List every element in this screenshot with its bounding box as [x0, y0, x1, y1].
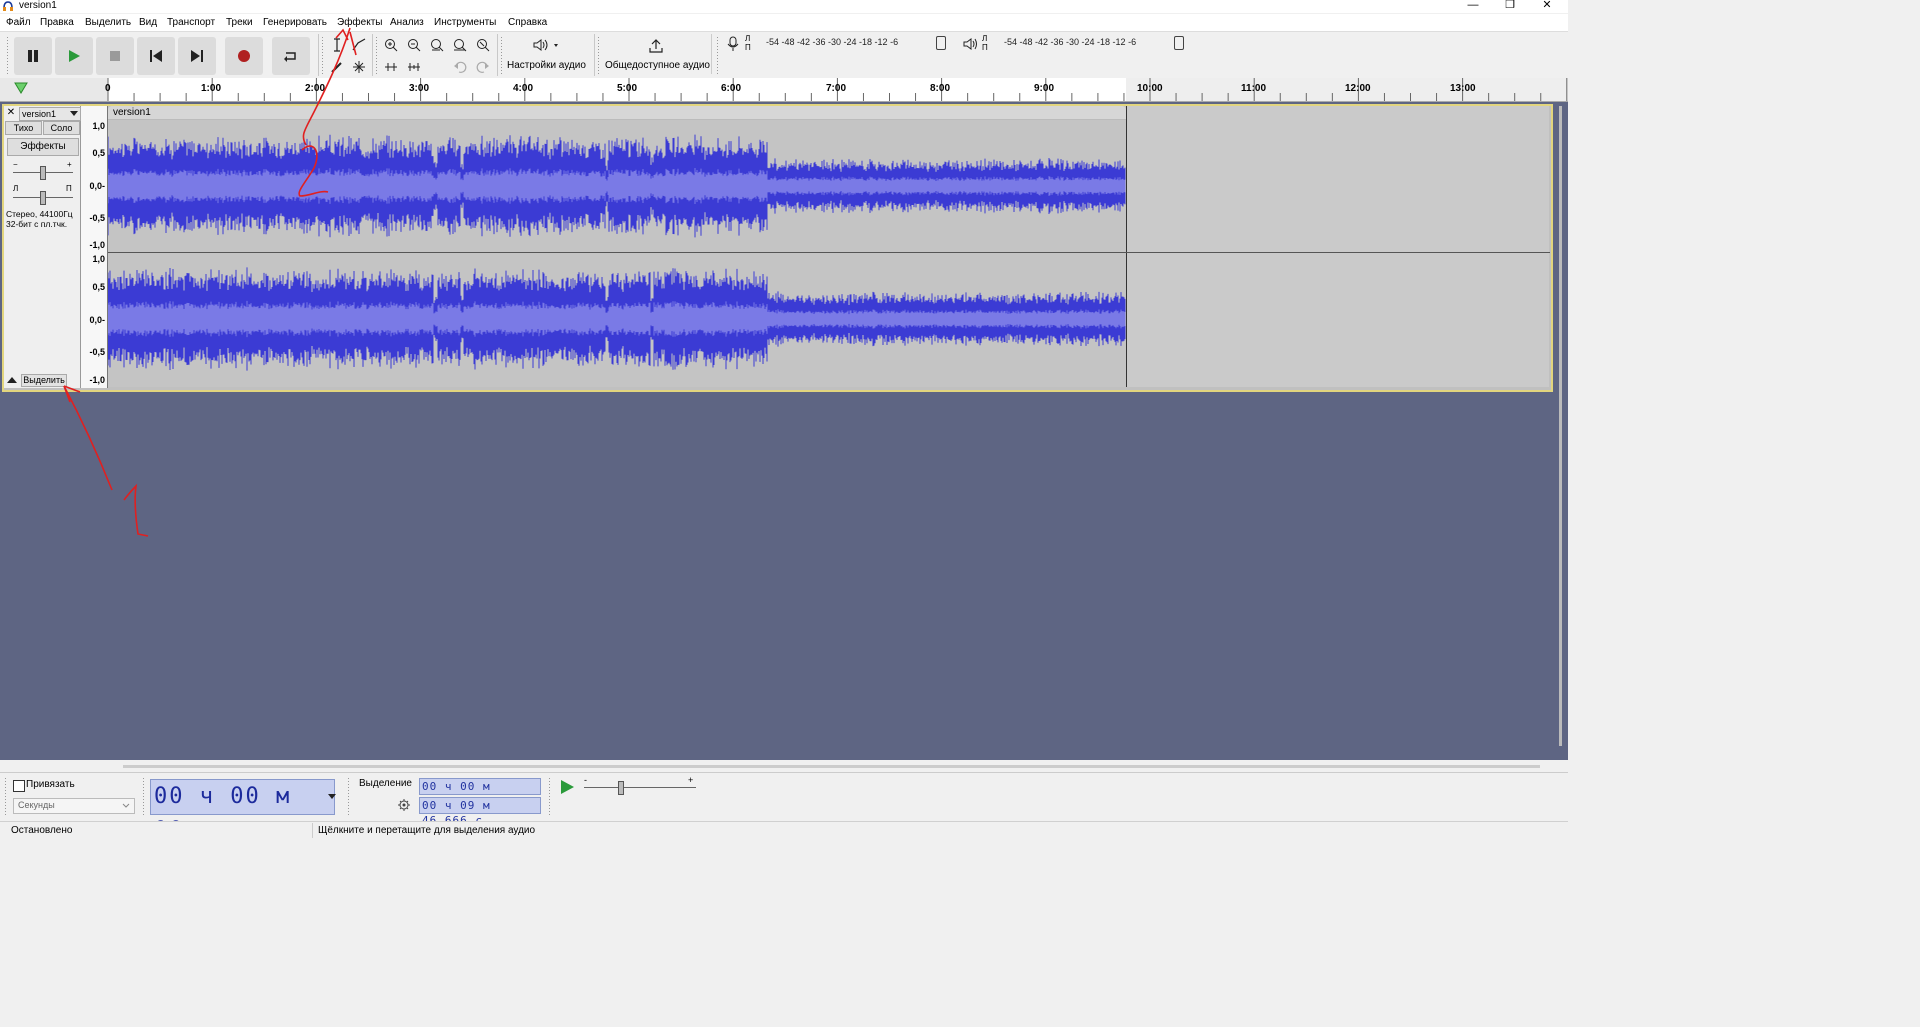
selection-grip[interactable]	[347, 777, 350, 817]
speed-minus-label: -	[584, 775, 587, 785]
gear-icon[interactable]	[397, 798, 411, 812]
play-at-speed-icon[interactable]	[558, 778, 576, 796]
snap-unit-select[interactable]: Секунды	[13, 798, 135, 814]
selection-end-time[interactable]: 00 ч 09 м 46.666 с	[419, 797, 541, 827]
play-at-speed-grip[interactable]	[548, 777, 551, 817]
time-display[interactable]: 00 ч 00 м 00 с	[150, 779, 335, 843]
selection-start-time[interactable]: 00 ч 00 м 00.000 с	[419, 778, 541, 808]
status-bar: Остановлено Щёлкните и перетащите для вы…	[0, 821, 1568, 840]
speed-slider-track[interactable]	[584, 787, 696, 788]
status-state: Остановлено	[11, 825, 73, 836]
snap-grip[interactable]	[4, 777, 7, 817]
time-grip[interactable]	[142, 777, 145, 817]
time-format-dropdown-icon[interactable]	[328, 794, 336, 800]
status-hint: Щёлкните и перетащите для выделения ауди…	[318, 825, 536, 836]
snap-checkbox[interactable]	[13, 780, 25, 792]
snap-unit-value: Секунды	[18, 800, 55, 810]
speed-slider-thumb[interactable]	[618, 781, 624, 795]
speed-plus-label: +	[688, 775, 694, 785]
selection-label: Выделение	[359, 778, 412, 789]
snap-label: Привязать	[26, 779, 75, 790]
annotation-overlay	[63, 27, 357, 537]
chevron-down-icon	[122, 803, 130, 808]
